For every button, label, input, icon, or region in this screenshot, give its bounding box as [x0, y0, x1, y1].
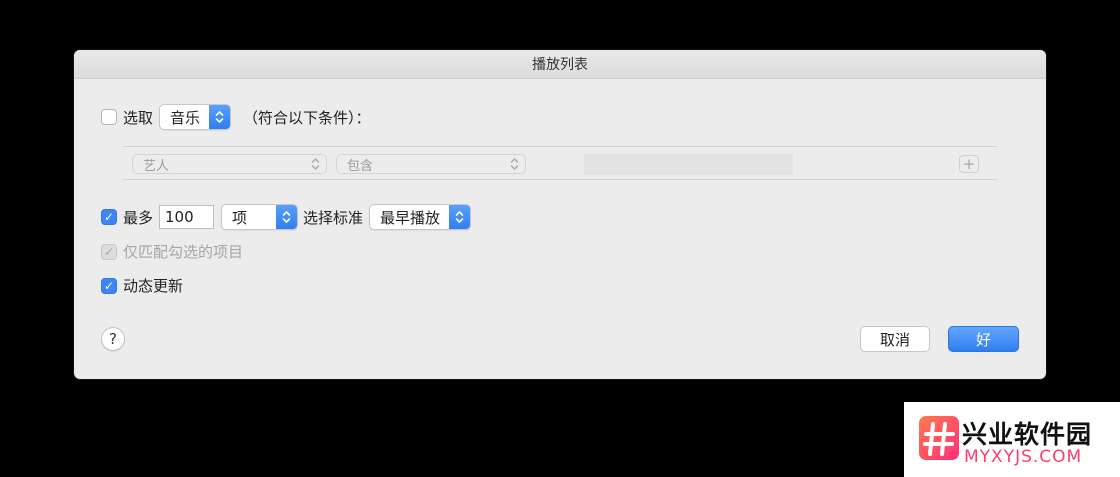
match-checked-label: 仅匹配勾选的项目	[123, 243, 244, 261]
rule-row: 艺人 包含 +	[123, 146, 997, 180]
criteria-popup[interactable]: 最早播放	[369, 204, 472, 230]
limit-label: 最多	[123, 208, 154, 227]
add-rule-button[interactable]: +	[959, 155, 979, 173]
limit-count-field[interactable]: 100	[159, 205, 215, 229]
smart-playlist-dialog: 播放列表 选取 音乐 （符合以下条件）： 艺人 包含 + ✓ 最多 100 项 …	[74, 50, 1046, 379]
cancel-button-label: 取消	[879, 330, 910, 349]
cancel-button[interactable]: 取消	[860, 326, 930, 352]
hash-logo-icon	[919, 416, 959, 460]
rule-field-popup[interactable]: 艺人	[132, 154, 327, 174]
limit-unit-value: 项	[232, 208, 248, 227]
live-update-row: ✓ 动态更新	[101, 275, 183, 296]
limit-row: ✓ 最多 100 项 选择标准 最早播放	[101, 204, 472, 230]
watermark-subtitle: MYXYJS.COM	[964, 447, 1083, 467]
help-button[interactable]: ?	[101, 327, 125, 351]
up-down-chevron-icon	[209, 105, 231, 129]
condition-suffix: （符合以下条件）：	[243, 108, 371, 127]
watermark: 兴业软件园 MYXYJS.COM	[904, 402, 1120, 477]
ok-button[interactable]: 好	[948, 326, 1019, 352]
rule-operator-value: 包含	[347, 158, 374, 174]
ok-button-label: 好	[975, 330, 991, 349]
title-bar[interactable]: 播放列表	[74, 50, 1046, 79]
rule-field-value: 艺人	[143, 158, 170, 174]
checkmark-icon: ✓	[103, 244, 115, 259]
up-down-chevron-icon	[276, 205, 298, 229]
question-mark-icon: ?	[109, 330, 117, 348]
match-checked-checkbox[interactable]: ✓	[101, 243, 117, 260]
rule-operator-popup[interactable]: 包含	[336, 154, 526, 174]
checkmark-icon: ✓	[103, 210, 115, 224]
watermark-title: 兴业软件园	[962, 420, 1093, 449]
rule-value-field[interactable]	[584, 154, 793, 175]
limit-count-value: 100	[165, 208, 194, 226]
plus-icon: +	[962, 155, 976, 173]
criteria-value: 最早播放	[380, 208, 441, 227]
limit-checkbox[interactable]: ✓	[101, 209, 117, 225]
up-down-chevron-icon	[449, 205, 471, 229]
up-down-chevron-icon	[510, 158, 519, 170]
media-type-popup[interactable]: 音乐	[159, 104, 232, 130]
live-update-label: 动态更新	[123, 277, 184, 295]
select-checkbox[interactable]	[101, 109, 117, 125]
criteria-label: 选择标准	[303, 208, 364, 227]
up-down-chevron-icon	[311, 158, 320, 170]
window-title: 播放列表	[532, 57, 588, 73]
select-label: 选取	[123, 108, 154, 127]
select-row: 选取 音乐 （符合以下条件）：	[101, 104, 371, 130]
checkmark-icon: ✓	[103, 278, 115, 293]
limit-unit-popup[interactable]: 项	[221, 204, 299, 230]
match-checked-row: ✓ 仅匹配勾选的项目	[101, 241, 243, 262]
media-type-value: 音乐	[170, 108, 201, 127]
live-update-checkbox[interactable]: ✓	[101, 277, 117, 294]
